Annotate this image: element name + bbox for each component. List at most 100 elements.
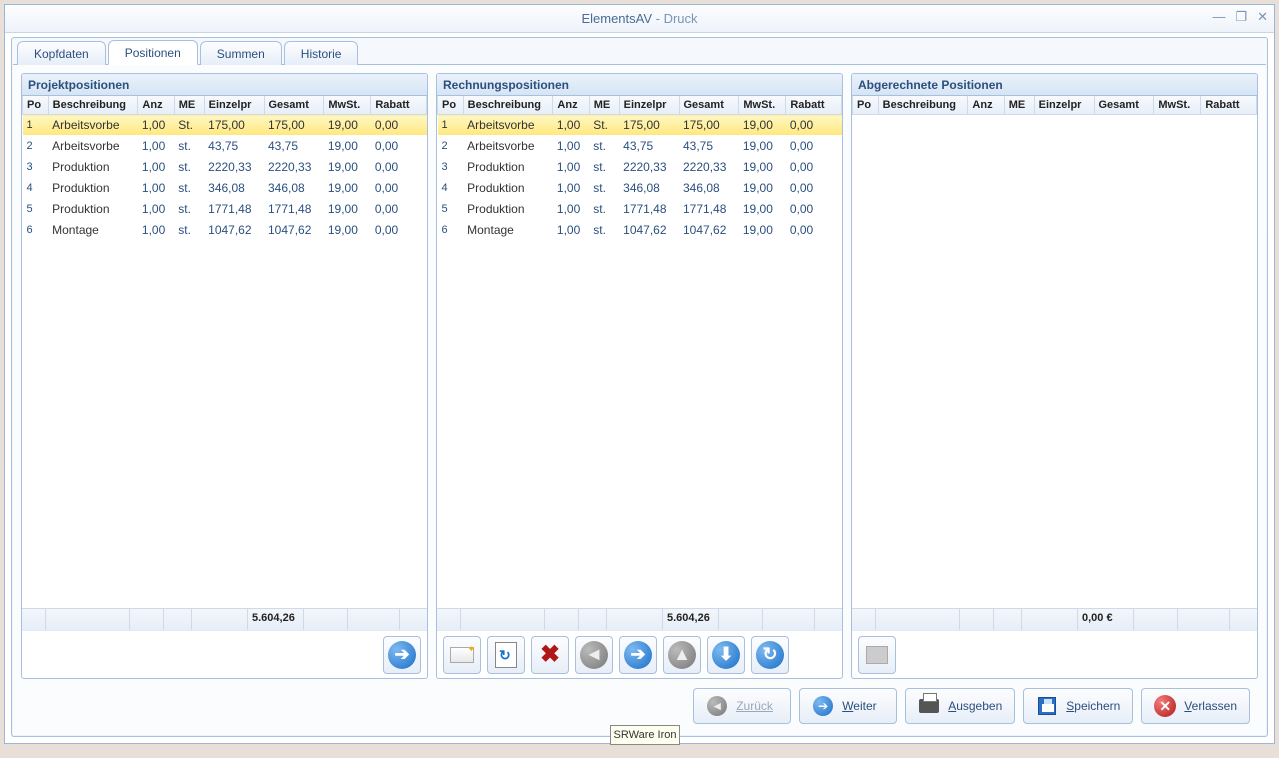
projekt-table[interactable]: PoBeschreibungAnzMEEinzelprGesamtMwSt.Ra…	[22, 96, 427, 241]
arrow-down-icon: ⬇	[718, 644, 733, 665]
rotate-button[interactable]: ↻	[751, 636, 789, 674]
footer-cell	[960, 609, 994, 630]
footer-cell	[719, 609, 763, 630]
table-row[interactable]: 2Arbeitsvorbe1,00st.43,7543,7519,000,00	[438, 136, 842, 157]
table-row[interactable]: 6Montage1,00st.1047,621047,6219,000,00	[23, 220, 427, 241]
table-row[interactable]: 1Arbeitsvorbe1,00St.175,00175,0019,000,0…	[438, 115, 842, 136]
rotate-icon: ↻	[762, 644, 777, 665]
close-icon[interactable]: ✕	[1257, 9, 1268, 25]
col-gesamt[interactable]: Gesamt	[679, 96, 739, 115]
col-me[interactable]: ME	[589, 96, 619, 115]
panel-title: Projektpositionen	[22, 74, 427, 96]
table-row[interactable]: 4Produktion1,00st.346,08346,0819,000,00	[438, 178, 842, 199]
tab-kopfdaten[interactable]: Kopfdaten	[17, 41, 106, 65]
button-label: Speichern	[1066, 699, 1120, 713]
footer-cell	[164, 609, 192, 630]
col-mwst[interactable]: MwSt.	[324, 96, 371, 115]
tab-summen[interactable]: Summen	[200, 41, 282, 65]
next-button[interactable]: ➔	[619, 636, 657, 674]
rechnung-table[interactable]: PoBeschreibungAnzMEEinzelprGesamtMwSt.Ra…	[437, 96, 842, 241]
document-icon	[866, 646, 888, 664]
col-rabatt[interactable]: Rabatt	[786, 96, 842, 115]
table-row[interactable]: 6Montage1,00st.1047,621047,6219,000,00	[438, 220, 842, 241]
col-mwst[interactable]: MwSt.	[739, 96, 786, 115]
total-cell: 5.604,26	[248, 609, 304, 630]
titlebar: ElementsAV - Druck — ❐ ✕	[5, 5, 1274, 33]
footer-cell	[1178, 609, 1230, 630]
down-button[interactable]: ⬇	[707, 636, 745, 674]
title-prefix: ElementsAV	[581, 11, 652, 26]
col-anz[interactable]: Anz	[968, 96, 1004, 115]
col-einzelpr[interactable]: Einzelpr	[619, 96, 679, 115]
table-row[interactable]: 5Produktion1,00st.1771,481771,4819,000,0…	[438, 199, 842, 220]
delete-button[interactable]: ✖	[531, 636, 569, 674]
footer-cell	[22, 609, 46, 630]
footer-cell	[348, 609, 400, 630]
table-row[interactable]: 5Produktion1,00st.1771,481771,4819,000,0…	[23, 199, 427, 220]
col-po[interactable]: Po	[853, 96, 879, 115]
refresh-page-button[interactable]	[487, 636, 525, 674]
add-position-button[interactable]	[443, 636, 481, 674]
col-me[interactable]: ME	[1004, 96, 1034, 115]
footer-cell	[46, 609, 130, 630]
footer-cell	[579, 609, 607, 630]
col-einzelpr[interactable]: Einzelpr	[204, 96, 264, 115]
arrow-up-icon: ▲	[673, 644, 691, 665]
col-po[interactable]: Po	[438, 96, 464, 115]
col-me[interactable]: ME	[174, 96, 204, 115]
minimize-icon[interactable]: —	[1212, 9, 1225, 25]
arrow-right-icon: ➔	[630, 644, 645, 665]
weiter-button[interactable]: ➔ Weiter	[799, 688, 897, 724]
up-disabled-button[interactable]: ▲	[663, 636, 701, 674]
footer-cell	[876, 609, 960, 630]
move-right-button[interactable]: ➔	[383, 636, 421, 674]
zurueck-button[interactable]: ◄ Zurück	[693, 688, 791, 724]
col-gesamt[interactable]: Gesamt	[1094, 96, 1154, 115]
tab-positionen[interactable]: Positionen	[108, 40, 198, 65]
refresh-page-icon	[495, 642, 517, 668]
panel-projektpositionen: Projektpositionen PoBeschreibungAnzMEEin…	[21, 73, 428, 679]
col-gesamt[interactable]: Gesamt	[264, 96, 324, 115]
maximize-icon[interactable]: ❐	[1235, 9, 1247, 25]
table-row[interactable]: 2Arbeitsvorbe1,00st.43,7543,7519,000,00	[23, 136, 427, 157]
ruler-icon	[450, 647, 474, 663]
title-sep: -	[652, 11, 664, 26]
col-mwst[interactable]: MwSt.	[1154, 96, 1201, 115]
col-anz[interactable]: Anz	[138, 96, 174, 115]
table-row[interactable]: 3Produktion1,00st.2220,332220,3319,000,0…	[438, 157, 842, 178]
prev-disabled-button[interactable]: ◄	[575, 636, 613, 674]
abgerechnet-table[interactable]: PoBeschreibungAnzMEEinzelprGesamtMwSt.Ra…	[852, 96, 1257, 115]
table-row[interactable]: 1Arbeitsvorbe1,00St.175,00175,0019,000,0…	[23, 115, 427, 136]
footer-cell	[304, 609, 348, 630]
panel-title: Rechnungspositionen	[437, 74, 842, 96]
col-rabatt[interactable]: Rabatt	[371, 96, 427, 115]
button-label: Weiter	[842, 699, 876, 713]
ausgeben-button[interactable]: Ausgeben	[905, 688, 1015, 724]
col-beschreibung[interactable]: Beschreibung	[463, 96, 553, 115]
tooltip: SRWare Iron	[610, 725, 680, 745]
button-label: Ausgeben	[948, 699, 1002, 713]
placeholder-button[interactable]	[858, 636, 896, 674]
bottom-button-row: ◄ Zurück ➔ Weiter Ausgeben Speichern	[21, 679, 1258, 727]
col-beschreibung[interactable]: Beschreibung	[48, 96, 138, 115]
verlassen-button[interactable]: ✕ Verlassen	[1141, 688, 1250, 724]
table-row[interactable]: 3Produktion1,00st.2220,332220,3319,000,0…	[23, 157, 427, 178]
footer-cell	[763, 609, 815, 630]
col-po[interactable]: Po	[23, 96, 49, 115]
projekt-footer: 5.604,26	[22, 608, 427, 630]
col-beschreibung[interactable]: Beschreibung	[878, 96, 968, 115]
arrow-right-icon: ➔	[818, 699, 828, 713]
printer-icon	[919, 699, 939, 713]
button-label: Zurück	[736, 699, 773, 713]
tab-strip: KopfdatenPositionenSummenHistorie	[13, 39, 1266, 65]
table-row[interactable]: 4Produktion1,00st.346,08346,0819,000,00	[23, 178, 427, 199]
arrow-left-icon: ◄	[585, 644, 603, 665]
col-einzelpr[interactable]: Einzelpr	[1034, 96, 1094, 115]
speichern-button[interactable]: Speichern	[1023, 688, 1133, 724]
col-rabatt[interactable]: Rabatt	[1201, 96, 1257, 115]
footer-cell	[192, 609, 248, 630]
tab-historie[interactable]: Historie	[284, 41, 359, 65]
footer-cell	[437, 609, 461, 630]
footer-cell	[461, 609, 545, 630]
col-anz[interactable]: Anz	[553, 96, 589, 115]
